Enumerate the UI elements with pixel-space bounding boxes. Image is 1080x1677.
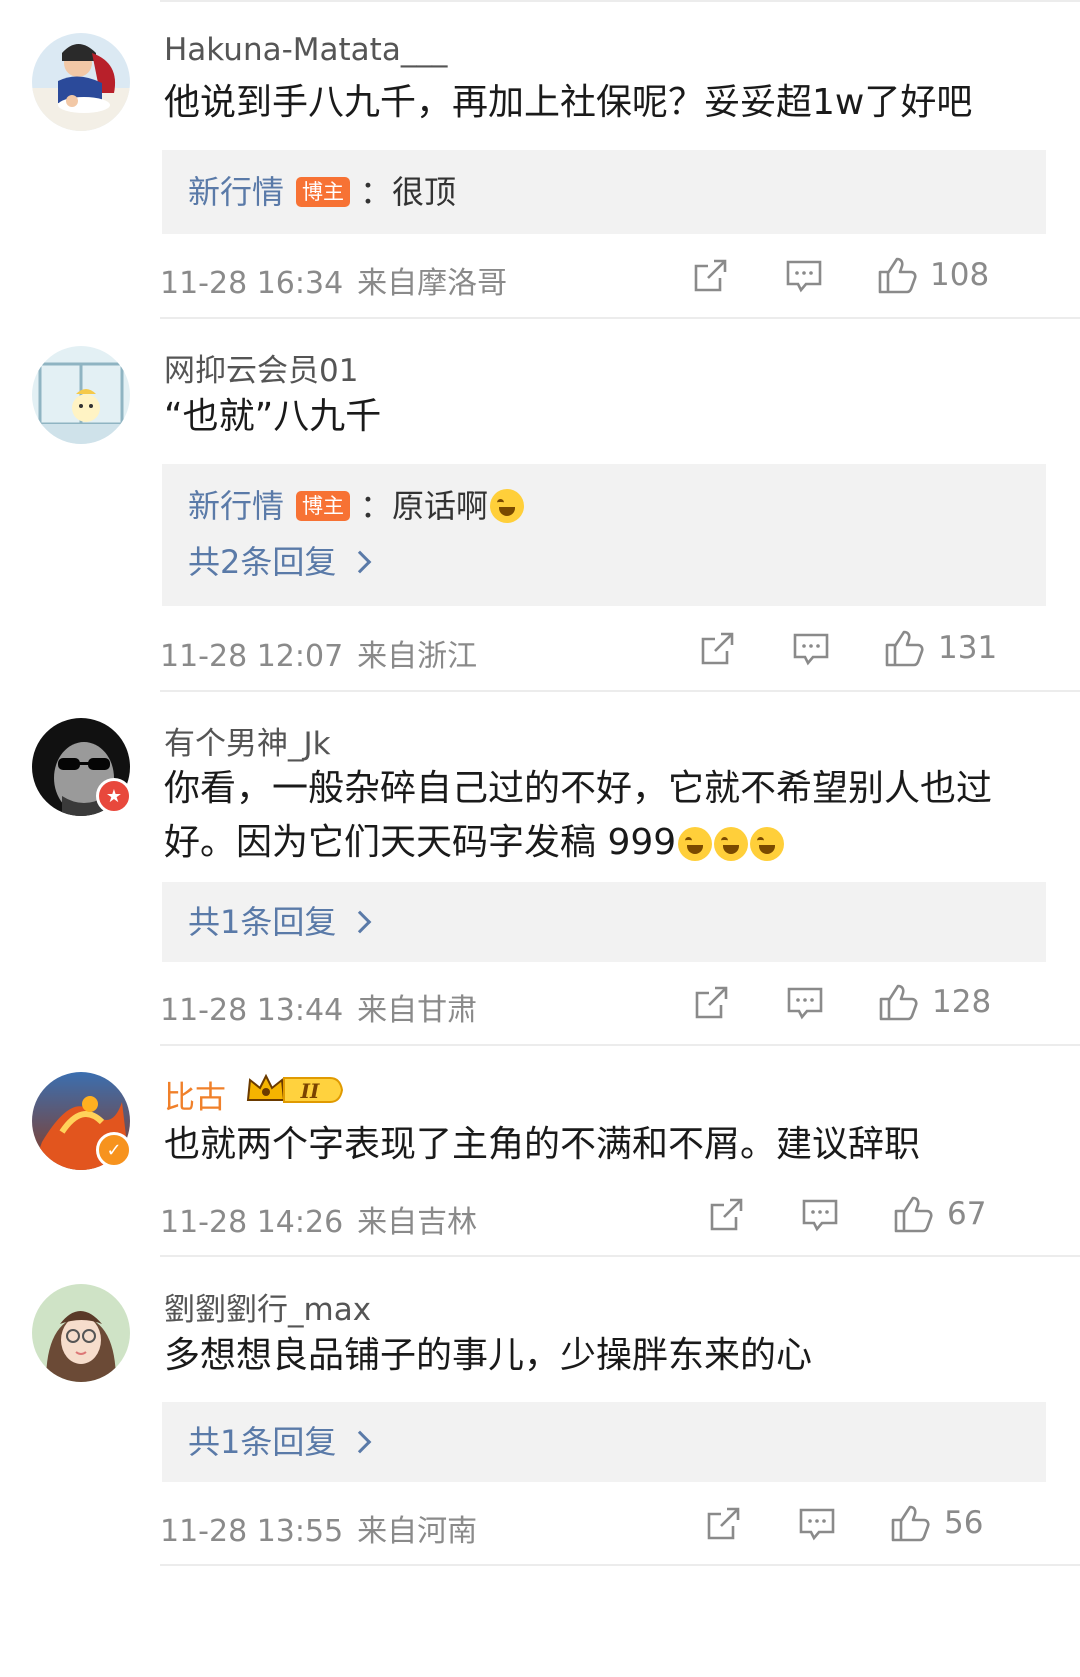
more-replies-label: 共2条回复: [188, 543, 337, 581]
chevron-right-icon: [349, 910, 372, 934]
reply-text: ：原话啊: [360, 487, 489, 525]
laugh-cry-emoji-icon: [678, 827, 713, 861]
verified-badge-icon: ✓: [96, 1132, 132, 1168]
reply-preview[interactable]: 新行情 博主 ：很顶: [188, 172, 456, 212]
comment-icon[interactable]: [798, 1506, 836, 1542]
reply-preview[interactable]: 新行情 博主 ：原话啊: [188, 486, 525, 526]
reply-box[interactable]: 新行情 博主 ：很顶: [162, 150, 1046, 234]
comment-text: “也就”八九千: [164, 396, 382, 437]
comment-meta: 11-28 14:26 来自吉林: [160, 1197, 477, 1241]
avatar[interactable]: ✓: [32, 1072, 132, 1170]
comment-icon[interactable]: [785, 258, 823, 294]
divider: [160, 317, 1080, 319]
reply-box[interactable]: 共1条回复: [162, 882, 1046, 962]
comment-location: 来自浙江: [357, 639, 478, 674]
comment-icon[interactable]: [792, 631, 830, 667]
username[interactable]: Hakuna-Matata___: [164, 32, 447, 68]
share-icon[interactable]: [692, 258, 728, 294]
divider: [160, 1044, 1080, 1046]
host-tag: 博主: [296, 491, 351, 521]
comment-time: 11-28 14:26: [160, 1205, 344, 1240]
more-replies-link[interactable]: 共1条回复: [188, 902, 372, 942]
comment-meta: 11-28 12:07 来自浙江: [160, 631, 477, 675]
laugh-cry-emoji-icon: [750, 827, 785, 861]
comment-text: 你看，一般杂碎自己过的不好，它就不希望别人也过好。因为它们天天码字发稿 999: [164, 762, 1044, 870]
avatar[interactable]: [32, 33, 130, 131]
comment-time: 11-28 13:55: [160, 1514, 344, 1549]
like-count: 67: [947, 1196, 987, 1232]
avatar[interactable]: ★: [32, 718, 132, 816]
comment-time: 11-28 16:34: [160, 266, 344, 301]
chevron-right-icon: [349, 550, 372, 574]
divider: [160, 690, 1080, 692]
reply-author[interactable]: 新行情: [188, 486, 284, 526]
like-icon[interactable]: [878, 983, 918, 1021]
username[interactable]: 网抑云会员01: [164, 345, 358, 390]
divider: [160, 1564, 1080, 1566]
like-icon[interactable]: [877, 256, 917, 294]
like-icon[interactable]: [890, 1504, 930, 1542]
comment-icon[interactable]: [786, 985, 824, 1021]
reply-box[interactable]: 新行情 博主 ：原话啊 共2条回复: [162, 464, 1046, 606]
comment-time: 11-28 13:44: [160, 993, 344, 1028]
more-replies-label: 共1条回复: [188, 903, 337, 941]
comment-meta: 11-28 16:34 来自摩洛哥: [160, 258, 507, 302]
like-count: 56: [944, 1505, 984, 1541]
comment-location: 来自甘肃: [357, 993, 478, 1028]
laugh-cry-emoji-icon: [714, 827, 749, 861]
host-tag: 博主: [296, 177, 351, 207]
share-icon[interactable]: [693, 985, 729, 1021]
comment-location: 来自吉林: [357, 1205, 478, 1240]
comment-text: 多想想良品铺子的事儿，少操胖东来的心: [164, 1335, 813, 1376]
more-replies-label: 共1条回复: [188, 1423, 337, 1461]
comment-meta: 11-28 13:55 来自河南: [160, 1506, 477, 1550]
share-icon[interactable]: [708, 1197, 744, 1233]
chevron-right-icon: [349, 1430, 372, 1454]
comment-time: 11-28 12:07: [160, 639, 344, 674]
reply-text: ：很顶: [360, 173, 457, 211]
verified-badge-icon: ★: [96, 778, 132, 814]
comment-location: 来自摩洛哥: [357, 266, 508, 301]
top-divider: [160, 0, 1080, 2]
vip-crown-badge-icon: II: [246, 1073, 344, 1103]
username[interactable]: 劉劉劉行_max: [164, 1284, 371, 1329]
avatar[interactable]: [32, 1284, 130, 1382]
svg-text:II: II: [300, 1079, 320, 1103]
comment-text: 他说到手八九千，再加上社保呢？妥妥超1w了好吧: [164, 82, 973, 123]
reply-box[interactable]: 共1条回复: [162, 1402, 1046, 1482]
reply-author[interactable]: 新行情: [188, 172, 284, 212]
avatar[interactable]: [32, 346, 130, 444]
like-count: 108: [930, 257, 990, 293]
comment-text-body: 你看，一般杂碎自己过的不好，它就不希望别人也过好。因为它们天天码字发稿 999: [164, 768, 993, 863]
comment-text: 也就两个字表现了主角的不满和不屑。建议辞职: [164, 1124, 921, 1165]
like-count: 131: [938, 630, 998, 666]
comment-meta: 11-28 13:44 来自甘肃: [160, 985, 477, 1029]
comment-icon[interactable]: [801, 1197, 839, 1233]
share-icon[interactable]: [699, 631, 735, 667]
like-icon[interactable]: [893, 1195, 933, 1233]
username[interactable]: 比古: [164, 1072, 226, 1117]
username[interactable]: 有个男神_Jk: [164, 718, 331, 763]
like-icon[interactable]: [884, 629, 924, 667]
laugh-cry-emoji-icon: [490, 489, 525, 523]
more-replies-link[interactable]: 共1条回复: [188, 1422, 372, 1462]
more-replies-link[interactable]: 共2条回复: [188, 542, 372, 582]
divider: [160, 1255, 1080, 1257]
share-icon[interactable]: [705, 1506, 741, 1542]
like-count: 128: [932, 984, 992, 1020]
comment-location: 来自河南: [357, 1514, 478, 1549]
